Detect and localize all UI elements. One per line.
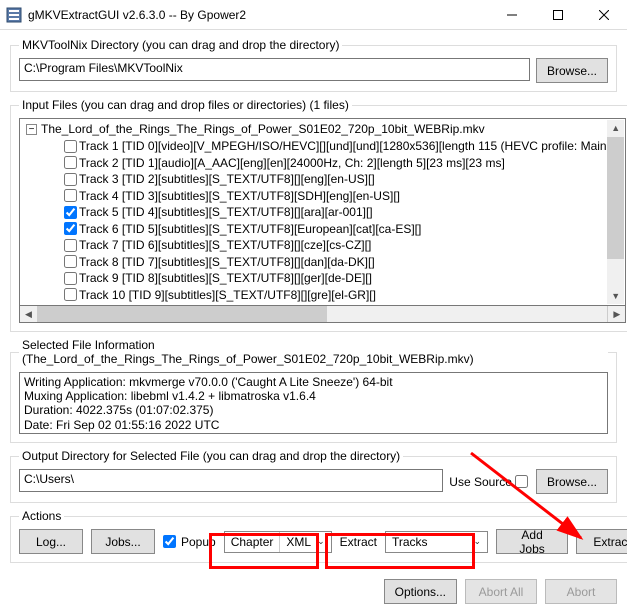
- track-row[interactable]: Track 1 [TID 0][video][V_MPEGH/ISO/HEVC]…: [26, 138, 623, 155]
- scroll-right-icon: ▶: [613, 309, 620, 320]
- track-label: Track 9 [TID 8][subtitles][S_TEXT/UTF8][…: [79, 270, 372, 287]
- track-checkbox[interactable]: [64, 255, 77, 268]
- track-label: Track 4 [TID 3][subtitles][S_TEXT/UTF8][…: [79, 188, 400, 205]
- track-label: Track 7 [TID 6][subtitles][S_TEXT/UTF8][…: [79, 237, 371, 254]
- track-checkbox[interactable]: [64, 156, 77, 169]
- mkvtoolnix-dir-legend: MKVToolNix Directory (you can drag and d…: [19, 38, 342, 52]
- scroll-up-icon: ▲: [611, 123, 620, 133]
- window-title: gMKVExtractGUI v2.6.3.0 -- By Gpower2: [28, 8, 489, 22]
- output-dir-input[interactable]: C:\Users\: [19, 469, 443, 492]
- track-row[interactable]: Track 4 [TID 3][subtitles][S_TEXT/UTF8][…: [26, 188, 623, 205]
- tree-file-label[interactable]: The_Lord_of_the_Rings_The_Rings_of_Power…: [41, 121, 485, 138]
- extract-mode-select[interactable]: Tracks ⌄: [385, 531, 488, 553]
- info-muxing-app: Muxing Application: libebml v1.4.2 + lib…: [24, 389, 603, 403]
- input-files-legend: Input Files (you can drag and drop files…: [19, 98, 352, 112]
- track-checkbox[interactable]: [64, 239, 77, 252]
- abort-button[interactable]: Abort: [545, 579, 617, 604]
- popup-checkbox[interactable]: [163, 535, 176, 548]
- use-source-label: Use Source: [449, 475, 512, 489]
- scroll-down-icon: ▼: [611, 291, 620, 301]
- options-button[interactable]: Options...: [384, 579, 457, 604]
- horizontal-scrollbar[interactable]: ◀ ▶: [19, 306, 626, 323]
- track-checkbox[interactable]: [64, 222, 77, 235]
- popup-label: Popup: [181, 535, 216, 549]
- vertical-scrollbar[interactable]: ▲ ▼: [607, 120, 624, 304]
- scroll-left-icon: ◀: [25, 309, 32, 320]
- mkvtoolnix-dir-input[interactable]: C:\Program Files\MKVToolNix: [19, 58, 530, 81]
- input-files-tree[interactable]: −The_Lord_of_the_Rings_The_Rings_of_Powe…: [19, 118, 626, 306]
- actions-group: Actions Log... Jobs... Popup Chapter XML…: [10, 509, 627, 563]
- chapter-combo-label: Chapter: [225, 532, 281, 552]
- mkvtoolnix-browse-button[interactable]: Browse...: [536, 58, 608, 83]
- app-icon: [6, 7, 22, 23]
- log-button[interactable]: Log...: [19, 529, 83, 554]
- track-row[interactable]: Track 7 [TID 6][subtitles][S_TEXT/UTF8][…: [26, 237, 623, 254]
- track-checkbox[interactable]: [64, 173, 77, 186]
- jobs-button[interactable]: Jobs...: [91, 529, 155, 554]
- output-browse-button[interactable]: Browse...: [536, 469, 608, 494]
- chevron-down-icon: ⌄: [474, 536, 482, 547]
- file-info-legend: Selected File Information (The_Lord_of_t…: [19, 338, 608, 366]
- track-checkbox[interactable]: [64, 272, 77, 285]
- track-row[interactable]: Track 10 [TID 9][subtitles][S_TEXT/UTF8]…: [26, 287, 623, 304]
- extract-mode-value: Tracks: [392, 535, 428, 549]
- track-row[interactable]: Track 3 [TID 2][subtitles][S_TEXT/UTF8][…: [26, 171, 623, 188]
- output-dir-group: Output Directory for Selected File (you …: [10, 449, 617, 503]
- use-source-checkbox[interactable]: [515, 475, 528, 488]
- track-label: Track 6 [TID 5][subtitles][S_TEXT/UTF8][…: [79, 221, 421, 238]
- track-row[interactable]: Track 9 [TID 8][subtitles][S_TEXT/UTF8][…: [26, 270, 623, 287]
- minimize-button[interactable]: [489, 0, 535, 30]
- track-row[interactable]: Track 2 [TID 1][audio][A_AAC][eng][en][2…: [26, 155, 623, 172]
- track-label: Track 3 [TID 2][subtitles][S_TEXT/UTF8][…: [79, 171, 375, 188]
- extract-button[interactable]: Extract: [576, 529, 627, 554]
- track-label: Track 8 [TID 7][subtitles][S_TEXT/UTF8][…: [79, 254, 375, 271]
- mkvtoolnix-dir-group: MKVToolNix Directory (you can drag and d…: [10, 38, 617, 92]
- maximize-button[interactable]: [535, 0, 581, 30]
- output-dir-legend: Output Directory for Selected File (you …: [19, 449, 403, 463]
- track-label: Track 10 [TID 9][subtitles][S_TEXT/UTF8]…: [79, 287, 376, 304]
- close-button[interactable]: [581, 0, 627, 30]
- chapter-combo[interactable]: Chapter XML ⌄: [224, 531, 332, 553]
- track-checkbox[interactable]: [64, 288, 77, 301]
- info-date: Date: Fri Sep 02 01:55:16 2022 UTC: [24, 418, 603, 432]
- track-label: Track 1 [TID 0][video][V_MPEGH/ISO/HEVC]…: [79, 138, 623, 155]
- info-writing-app: Writing Application: mkvmerge v70.0.0 ('…: [24, 375, 603, 389]
- actions-legend: Actions: [19, 509, 64, 523]
- tree-collapse-toggle[interactable]: −: [26, 124, 37, 135]
- abort-all-button[interactable]: Abort All: [465, 579, 537, 604]
- track-row[interactable]: Track 6 [TID 5][subtitles][S_TEXT/UTF8][…: [26, 221, 623, 238]
- track-checkbox[interactable]: [64, 189, 77, 202]
- horizontal-scrollbar-thumb[interactable]: [37, 306, 327, 322]
- file-info-group: Selected File Information (The_Lord_of_t…: [10, 338, 617, 443]
- info-duration: Duration: 4022.375s (01:07:02.375): [24, 403, 603, 417]
- track-label: Track 2 [TID 1][audio][A_AAC][eng][en][2…: [79, 155, 505, 172]
- file-info-text[interactable]: Writing Application: mkvmerge v70.0.0 ('…: [19, 372, 608, 434]
- track-label: Track 5 [TID 4][subtitles][S_TEXT/UTF8][…: [79, 204, 373, 221]
- chevron-down-icon: ⌄: [317, 536, 325, 547]
- track-row[interactable]: Track 8 [TID 7][subtitles][S_TEXT/UTF8][…: [26, 254, 623, 271]
- vertical-scrollbar-thumb[interactable]: [607, 137, 624, 259]
- input-files-group: Input Files (you can drag and drop files…: [10, 98, 627, 332]
- add-jobs-button[interactable]: Add Jobs: [496, 529, 568, 554]
- chapter-combo-value: XML: [286, 535, 311, 549]
- extract-mode-label: Extract: [340, 535, 377, 549]
- track-checkbox[interactable]: [64, 140, 77, 153]
- track-checkbox[interactable]: [64, 206, 77, 219]
- track-row[interactable]: Track 5 [TID 4][subtitles][S_TEXT/UTF8][…: [26, 204, 623, 221]
